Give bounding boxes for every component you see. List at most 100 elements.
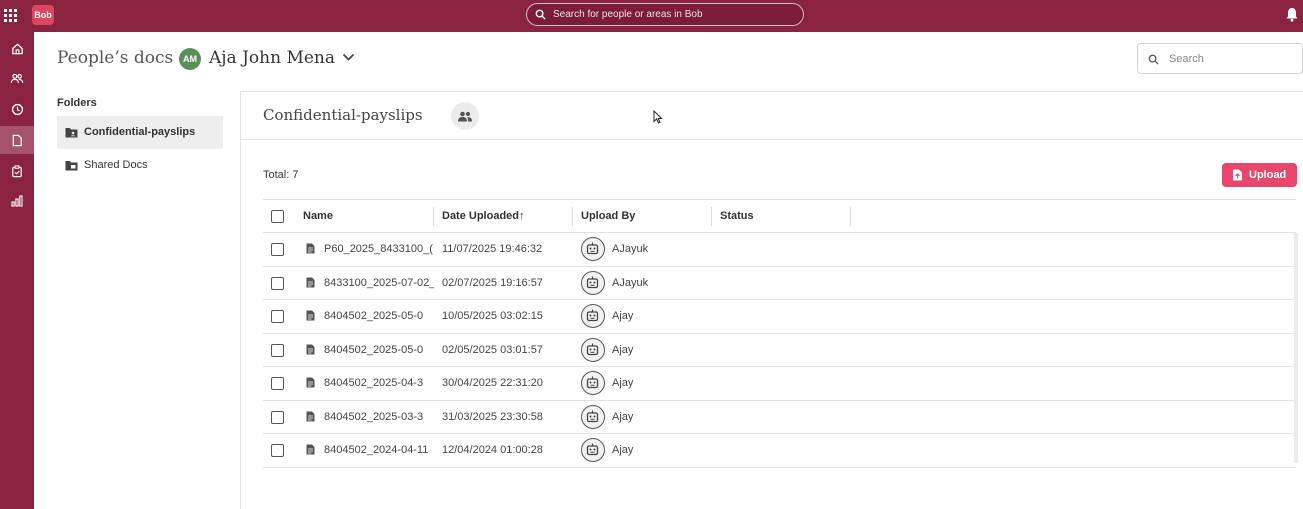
document-date-uploaded: 12/04/2024 01:00:28	[442, 444, 543, 456]
nav-people[interactable]	[0, 64, 34, 92]
document-name[interactable]: 8404502_2025-05-0	[324, 344, 434, 356]
nav-documents[interactable]	[0, 126, 34, 154]
file-icon	[306, 344, 315, 354]
documents-table: Name Date Uploaded↑ Upload By Status P60…	[263, 199, 1296, 468]
shared-folder-icon	[65, 161, 78, 171]
apps-grid-icon[interactable]	[4, 9, 17, 22]
docs-search-placeholder: Search	[1169, 53, 1204, 65]
docs-search-input[interactable]: Search	[1137, 43, 1303, 74]
row-checkbox[interactable]	[271, 410, 284, 424]
table-body: P60_2025_8433100_( 11/07/2025 19:46:32 AJa…	[263, 233, 1296, 468]
locked-folder-icon	[65, 128, 78, 138]
person-name-dropdown[interactable]: Aja John Mena	[209, 48, 335, 68]
folder-title: Confidential-payslips	[263, 106, 423, 124]
top-bar: Bob Search for people or areas in Bob	[0, 0, 1303, 32]
document-date-uploaded: 30/04/2025 22:31:20	[442, 377, 543, 389]
uploader-avatar	[581, 438, 605, 462]
table-row[interactable]: 8404502_2025-03-3 31/03/2025 23:30:58 Ajay	[263, 401, 1296, 434]
robot-icon	[586, 410, 599, 422]
column-header-status[interactable]: Status	[720, 210, 754, 222]
folder-shared-docs[interactable]: Shared Docs	[57, 149, 223, 182]
column-divider	[711, 207, 712, 226]
analytics-icon	[11, 195, 23, 207]
table-row[interactable]: 8404502_2025-05-0 10/05/2025 03:02:15 Ajay	[263, 300, 1296, 334]
robot-icon	[586, 309, 599, 322]
row-checkbox[interactable]	[271, 243, 284, 256]
folder-confidential-payslips[interactable]: Confidential-payslips	[57, 116, 223, 149]
row-checkbox[interactable]	[271, 310, 284, 323]
robot-icon	[586, 242, 599, 255]
document-name[interactable]: 8404502_2025-05-0	[324, 310, 434, 322]
uploader-avatar	[581, 404, 605, 429]
global-search-input[interactable]: Search for people or areas in Bob	[526, 3, 804, 26]
nav-analytics[interactable]	[0, 187, 34, 215]
bell-icon[interactable]	[1285, 7, 1299, 22]
document-name[interactable]: 8433100_2025-07-02_	[324, 277, 434, 289]
nav-time[interactable]	[0, 95, 34, 123]
folder-label: Shared Docs	[84, 159, 148, 171]
table-row[interactable]: 8404502_2024-04-11 12/04/2024 01:00:28 Aja…	[263, 434, 1296, 468]
bob-logo[interactable]: Bob	[32, 5, 54, 25]
search-icon	[1148, 54, 1159, 65]
file-icon	[306, 277, 315, 287]
document-name[interactable]: 8404502_2025-03-3	[324, 411, 434, 423]
column-divider	[850, 207, 851, 226]
row-checkbox[interactable]	[271, 276, 284, 290]
upload-file-icon	[1233, 169, 1242, 181]
row-checkbox[interactable]	[271, 377, 284, 390]
row-checkbox[interactable]	[271, 343, 284, 357]
column-header-upload-by[interactable]: Upload By	[581, 210, 635, 222]
folder-label: Confidential-payslips	[84, 126, 196, 138]
uploaded-by: AJayuk	[612, 276, 649, 289]
panel-divider	[241, 139, 1303, 140]
avatar[interactable]: AM	[179, 48, 201, 70]
document-name[interactable]: 8404502_2025-04-3	[324, 377, 434, 389]
uploaded-by: Ajay	[612, 377, 634, 389]
column-header-date-uploaded[interactable]: Date Uploaded↑	[442, 210, 525, 222]
uploaded-by: Ajay	[612, 310, 634, 322]
robot-icon	[586, 276, 599, 288]
folder-sharing-button[interactable]	[451, 102, 479, 130]
file-icon	[306, 411, 315, 421]
sort-arrow-icon: ↑	[519, 210, 525, 222]
upload-button[interactable]: Upload	[1222, 163, 1297, 187]
uploader-avatar	[581, 304, 605, 328]
file-icon	[306, 377, 315, 388]
uploader-avatar	[581, 237, 605, 261]
upload-label: Upload	[1249, 169, 1287, 181]
document-date-uploaded: 10/05/2025 03:02:15	[442, 310, 543, 322]
table-row[interactable]: 8433100_2025-07-02_ 02/07/2025 19:16:57 AJ…	[263, 267, 1296, 300]
document-date-uploaded: 31/03/2025 23:30:58	[442, 410, 543, 423]
table-row[interactable]: 8404502_2025-05-0 02/05/2025 03:01:57 Ajay	[263, 334, 1296, 367]
mouse-cursor-icon	[653, 110, 663, 124]
table-row[interactable]: 8404502_2025-04-3 30/04/2025 22:31:20 Ajay	[263, 367, 1296, 401]
document-name[interactable]: 8404502_2024-04-11	[324, 444, 434, 456]
document-name[interactable]: P60_2025_8433100_(	[324, 243, 434, 255]
document-date-uploaded: 11/07/2025 19:46:32	[442, 243, 543, 255]
file-icon	[306, 310, 315, 321]
row-checkbox[interactable]	[271, 444, 284, 457]
total-count: Total: 7	[263, 169, 299, 181]
chevron-down-icon[interactable]	[342, 53, 355, 62]
column-header-name[interactable]: Name	[303, 210, 333, 222]
column-divider	[433, 207, 434, 226]
select-all-checkbox[interactable]	[271, 210, 284, 223]
document-date-uploaded: 02/05/2025 03:01:57	[442, 343, 543, 356]
document-icon	[12, 134, 22, 146]
people-icon	[458, 111, 472, 121]
robot-icon	[586, 343, 599, 355]
file-icon	[306, 444, 315, 455]
robot-icon	[586, 376, 599, 389]
column-divider	[572, 207, 573, 226]
search-icon	[535, 9, 546, 20]
uploaded-by: Ajay	[612, 343, 634, 356]
table-row[interactable]: P60_2025_8433100_( 11/07/2025 19:46:32 AJa…	[263, 233, 1296, 267]
uploaded-by: AJayuk	[612, 243, 649, 255]
clipboard-icon	[12, 164, 22, 177]
table-scrollbar[interactable]	[1294, 233, 1298, 463]
nav-home[interactable]	[0, 34, 34, 62]
nav-tasks[interactable]	[0, 157, 34, 185]
uploader-avatar	[581, 270, 605, 295]
page-title: People’s docs	[57, 48, 174, 68]
people-icon	[10, 73, 24, 83]
